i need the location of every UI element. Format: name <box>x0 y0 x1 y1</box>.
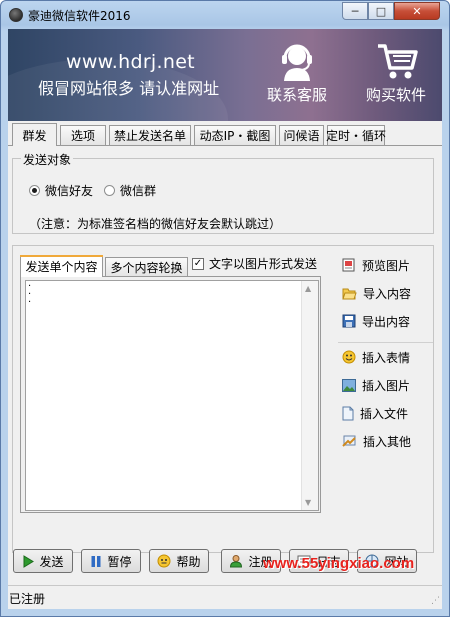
insert-other-label: 插入其他 <box>363 434 412 449</box>
help-button[interactable]: 帮助 <box>149 549 209 573</box>
checkbox-checked-icon: ✓ <box>192 257 204 270</box>
skip-notice: （注意：为标准签名档的微信好友会默认跳过） <box>29 217 282 231</box>
headset-service-icon <box>282 44 312 81</box>
editor-scrollbar[interactable]: ▲ ▼ <box>301 281 318 510</box>
insert-file-label: 插入文件 <box>360 406 409 421</box>
send-target-title: 发送对象 <box>21 151 74 168</box>
contact-service-button[interactable]: 联系客服 <box>252 31 342 117</box>
app-logo-icon <box>9 8 23 22</box>
radio-indicator <box>29 185 40 196</box>
tab-dynamic-ip-screenshot[interactable]: 动态IP・截图 <box>194 125 276 145</box>
banner-website-url: www.hdrj.net <box>66 51 195 73</box>
export-content-button[interactable]: 导出内容 <box>342 310 410 332</box>
maximize-button[interactable]: □ <box>368 2 394 20</box>
content-editor-frame: · · · ▲ ▼ <box>20 276 321 513</box>
send-text-as-image-label: 文字以图片形式发送 <box>209 257 318 271</box>
export-content-label: 导出内容 <box>362 314 411 329</box>
registration-status: 已注册 <box>9 592 46 606</box>
import-content-button[interactable]: 导入内容 <box>342 282 411 304</box>
buy-software-button[interactable]: 购买软件 <box>351 31 441 117</box>
radio-wechat-friends[interactable]: 微信好友 <box>29 182 93 199</box>
insert-other-button[interactable]: 插入其他 <box>342 430 411 452</box>
insert-emoji-button[interactable]: 插入表情 <box>342 346 410 368</box>
radio-wechat-groups-label: 微信群 <box>120 184 157 198</box>
tab-options[interactable]: 选项 <box>60 125 106 145</box>
tab-mass-send[interactable]: 群发 <box>12 123 57 146</box>
watermark-url: www.55yingxiao.com <box>263 555 415 572</box>
message-content-input[interactable]: · · · ▲ ▼ <box>25 280 319 511</box>
pause-button[interactable]: 暂停 <box>81 549 141 573</box>
editor-line: · <box>28 297 32 308</box>
tab-greetings[interactable]: 问候语 <box>279 125 324 145</box>
status-bar: 已注册 ⋰ <box>8 585 442 608</box>
window-title: 豪迪微信软件2016 <box>28 9 131 23</box>
subtab-multi-content-rotation[interactable]: 多个内容轮换 <box>105 257 188 276</box>
pause-button-label: 暂停 <box>107 554 132 569</box>
import-content-label: 导入内容 <box>363 286 412 301</box>
user-icon <box>230 555 243 568</box>
editor-text: · · · <box>28 282 32 308</box>
insert-emoji-label: 插入表情 <box>362 350 411 365</box>
send-button[interactable]: 发送 <box>13 549 73 573</box>
send-text-as-image-checkbox[interactable]: ✓ 文字以图片形式发送 <box>192 255 317 272</box>
folder-open-icon <box>342 288 357 299</box>
file-icon <box>342 406 354 420</box>
help-smiley-icon <box>157 554 171 568</box>
picture-icon <box>342 378 356 392</box>
save-disk-icon <box>342 314 356 328</box>
minimize-button[interactable]: ─ <box>342 2 368 20</box>
banner-slogan: 假冒网站很多 请认准网址 <box>38 79 220 98</box>
insert-image-button[interactable]: 插入图片 <box>342 374 410 396</box>
scroll-down-arrow-icon[interactable]: ▼ <box>305 498 311 507</box>
subtab-single-content[interactable]: 发送单个内容 <box>20 255 103 277</box>
close-button[interactable]: ✕ <box>394 2 440 20</box>
side-actions-divider <box>338 342 433 343</box>
smiley-face-icon <box>342 350 356 364</box>
title-bar[interactable]: 豪迪微信软件2016 ─ □ ✕ <box>1 1 449 29</box>
play-icon <box>23 554 35 568</box>
pause-icon <box>91 555 101 567</box>
send-button-label: 发送 <box>39 554 64 569</box>
help-button-label: 帮助 <box>176 554 201 569</box>
insert-image-label: 插入图片 <box>362 378 411 393</box>
tab-timer-loop[interactable]: 定时・循环 <box>326 125 386 145</box>
buy-software-label: 购买软件 <box>365 86 426 104</box>
radio-wechat-groups[interactable]: 微信群 <box>104 182 156 199</box>
insert-other-icon <box>342 435 356 447</box>
radio-indicator <box>104 185 115 196</box>
client-area: www.hdrj.net 假冒网站很多 请认准网址 联系客服 购买软件 群发 选… <box>8 29 442 609</box>
radio-wechat-friends-label: 微信好友 <box>45 184 94 198</box>
send-target-group: 发送对象 微信好友 微信群 （注意：为标准签名档的微信好友会默认跳过） <box>12 151 434 234</box>
preview-image-icon <box>342 258 355 272</box>
app-window: 豪迪微信软件2016 ─ □ ✕ www.hdrj.net 假冒网站很多 请认准… <box>0 0 450 617</box>
preview-image-button[interactable]: 预览图片 <box>342 254 410 276</box>
scroll-up-arrow-icon[interactable]: ▲ <box>305 284 311 293</box>
insert-file-button[interactable]: 插入文件 <box>342 402 408 424</box>
shopping-cart-icon <box>378 44 418 79</box>
contact-service-label: 联系客服 <box>266 86 327 104</box>
preview-image-label: 预览图片 <box>362 258 411 273</box>
tab-block-list[interactable]: 禁止发送名单 <box>109 125 191 145</box>
resize-grip-icon[interactable]: ⋰ <box>431 596 440 606</box>
banner: www.hdrj.net 假冒网站很多 请认准网址 联系客服 购买软件 <box>8 29 442 121</box>
